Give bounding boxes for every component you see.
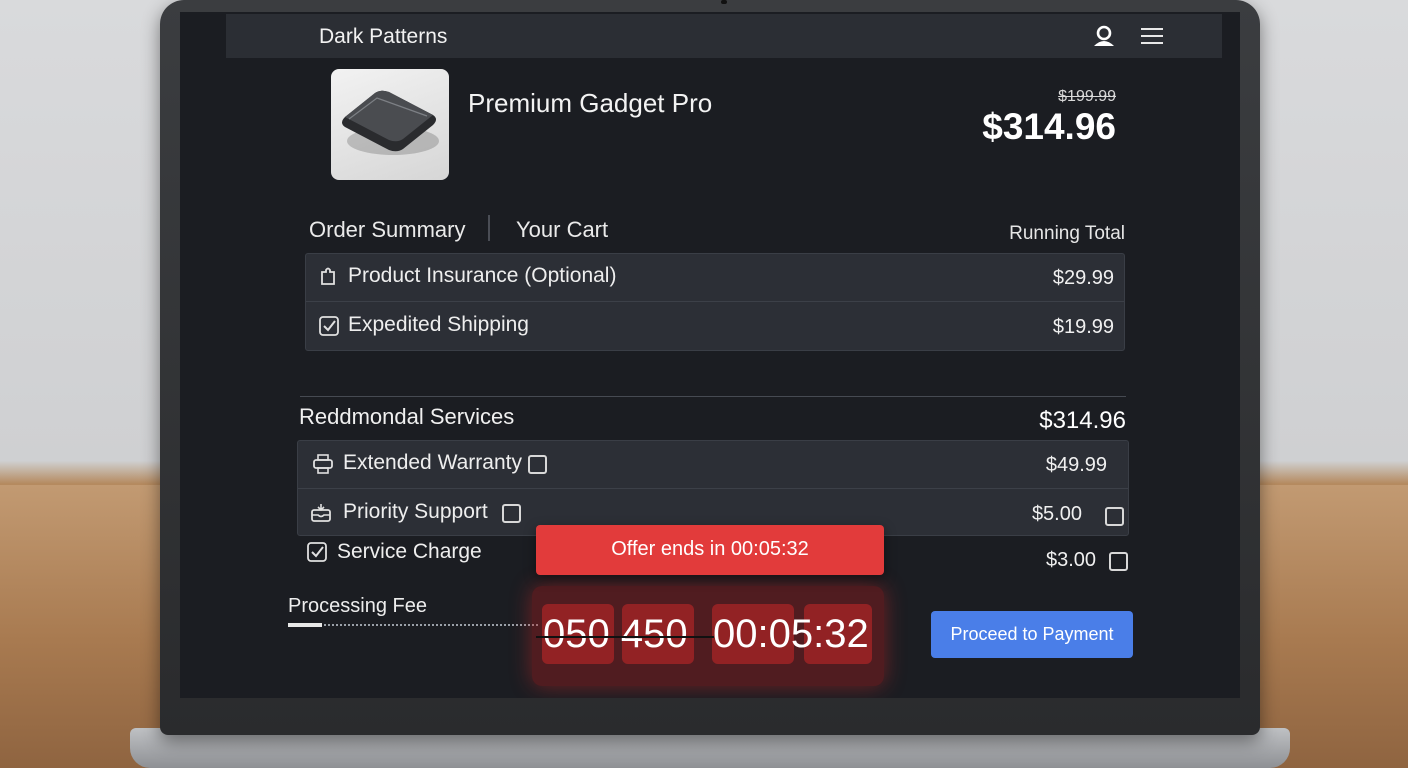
service-charge-price: $3.00 — [1046, 549, 1097, 571]
original-price: $199.99 — [1058, 88, 1116, 105]
checkout-screen: Dark Patterns Premium Gadget Pro $199.99… — [180, 12, 1240, 698]
service-charge-checkbox[interactable] — [1109, 552, 1128, 571]
strikethrough-line — [536, 636, 714, 638]
brand-title: Dark Patterns — [319, 25, 448, 48]
cart-panel: Product Insurance (Optional) $29.99 Expe… — [305, 253, 1125, 351]
product-title: Premium Gadget Pro — [468, 88, 713, 118]
cart-row-insurance[interactable]: Product Insurance (Optional) $29.99 — [306, 254, 1124, 302]
countdown-left: 050 450 — [543, 612, 688, 656]
cart-item-price: $19.99 — [1052, 316, 1114, 338]
service-row-warranty[interactable]: Extended Warranty $49.99 — [298, 441, 1128, 489]
tab-divider — [488, 215, 490, 241]
menu-icon[interactable] — [1140, 27, 1164, 45]
hard-drive-image — [342, 90, 439, 155]
checked-box-icon[interactable] — [318, 315, 340, 337]
checked-box-icon[interactable] — [306, 541, 328, 563]
processing-progress-fill — [288, 623, 322, 627]
services-panel: Extended Warranty $49.99 Priority Suppor… — [297, 440, 1129, 536]
section-divider — [300, 396, 1126, 397]
processing-progress-track — [288, 624, 538, 626]
user-icon[interactable] — [1092, 25, 1116, 47]
cart-item-label: Product Insurance (Optional) — [348, 264, 617, 287]
service-item-price: $5.00 — [1031, 503, 1082, 525]
support-checkbox[interactable] — [502, 504, 521, 523]
printer-icon — [312, 453, 334, 475]
cart-item-label: Expedited Shipping — [348, 313, 529, 336]
services-total: $314.96 — [1039, 407, 1126, 434]
cart-item-price: $29.99 — [1052, 267, 1114, 289]
warranty-checkbox[interactable] — [528, 455, 547, 474]
running-total-label: Running Total — [1009, 223, 1125, 244]
service-charge-label: Service Charge — [337, 540, 482, 563]
top-bar: Dark Patterns — [226, 14, 1222, 58]
puzzle-icon — [318, 266, 340, 288]
inbox-icon — [310, 502, 332, 524]
tab-order-summary[interactable]: Order Summary — [309, 217, 465, 243]
total-price: $314.96 — [982, 106, 1116, 147]
support-price-checkbox[interactable] — [1105, 507, 1124, 526]
service-item-price: $49.99 — [1045, 454, 1107, 476]
service-item-label: Priority Support — [343, 500, 488, 523]
camera-dot — [721, 0, 727, 4]
countdown-right: 00:05:32 — [713, 612, 869, 656]
offer-banner: Offer ends in 00:05:32 — [536, 525, 884, 575]
proceed-to-payment-button[interactable]: Proceed to Payment — [931, 611, 1133, 658]
tab-your-cart[interactable]: Your Cart — [516, 217, 608, 243]
services-title: Reddmondal Services — [299, 404, 515, 429]
cart-row-shipping[interactable]: Expedited Shipping $19.99 — [306, 303, 1124, 351]
service-item-label: Extended Warranty — [343, 451, 522, 474]
product-image — [331, 69, 449, 180]
processing-fee-label: Processing Fee — [288, 595, 427, 617]
